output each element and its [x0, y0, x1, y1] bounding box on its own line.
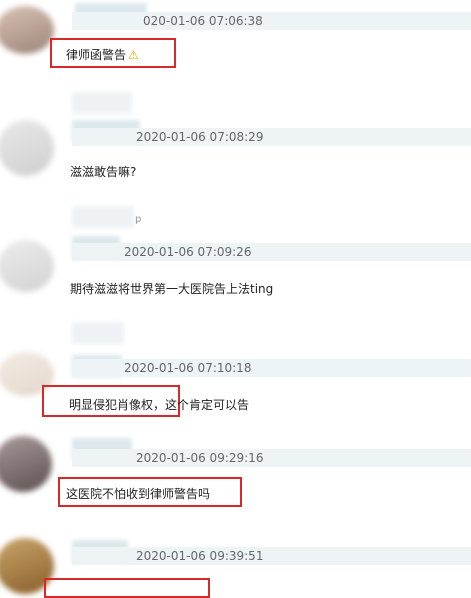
comment-timestamp: 020-01-06 07:06:38 — [143, 14, 263, 28]
comment-meta-bar — [72, 449, 471, 467]
comment-text: 明显侵犯肖像权，这个肯定可以告 — [69, 398, 250, 412]
highlight-box — [44, 578, 210, 598]
comment-meta-bar — [72, 128, 471, 146]
comment-text-content: 律师函警告 — [66, 48, 127, 62]
comment-text: 这医院不怕收到律师警告吗 — [66, 487, 211, 501]
avatar[interactable] — [0, 6, 54, 54]
comment-text: 律师函警告 ⚠ — [66, 46, 139, 63]
avatar[interactable] — [0, 240, 54, 292]
comment-timestamp: 2020-01-06 07:08:29 — [136, 130, 264, 144]
comment-timestamp: 2020-01-06 07:10:18 — [124, 361, 252, 375]
comment-timestamp: 2020-01-06 09:29:16 — [136, 451, 264, 465]
avatar[interactable] — [0, 120, 54, 176]
username-blurred[interactable] — [72, 322, 124, 344]
comment-timestamp: 2020-01-06 09:39:51 — [136, 549, 264, 563]
faint-mark: p — [135, 214, 142, 225]
avatar[interactable] — [0, 436, 52, 492]
username-blurred[interactable] — [72, 206, 134, 228]
comment-timestamp: 2020-01-06 07:09:26 — [124, 245, 252, 259]
comment-text: 期待滋滋将世界第一大医院告上法ting — [70, 282, 274, 296]
comment-meta-bar — [72, 547, 471, 565]
comment-meta-bar — [72, 12, 471, 30]
warning-icon: ⚠ — [128, 48, 139, 62]
comment-text: 滋滋敢告嘛? — [70, 165, 137, 179]
username-blurred[interactable] — [72, 92, 132, 114]
